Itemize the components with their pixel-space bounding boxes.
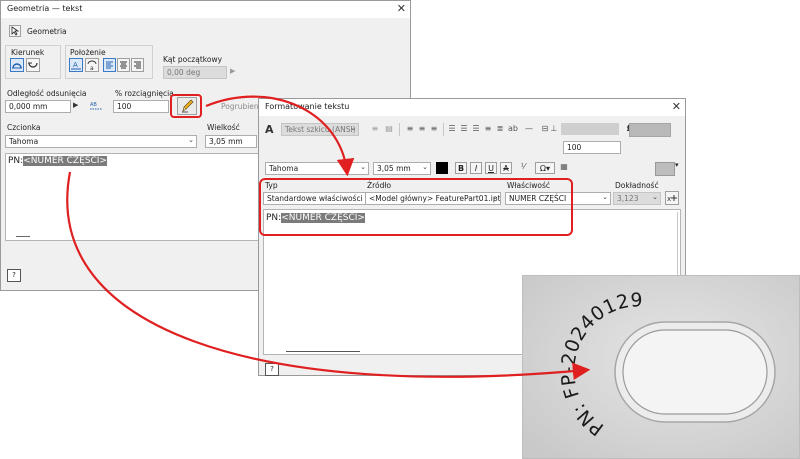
italic-button[interactable]: I xyxy=(470,162,482,174)
align-right-icon[interactable]: ≡ xyxy=(429,124,439,133)
offset-field[interactable]: 0,000 mm xyxy=(5,100,71,113)
strikethrough-button[interactable]: A xyxy=(500,162,512,174)
rule-icon[interactable]: — xyxy=(523,124,535,133)
align-center-icon[interactable]: ≡ xyxy=(417,124,427,133)
stretch-field[interactable]: 100 xyxy=(113,100,169,113)
superscript-icon[interactable]: ≡ xyxy=(483,124,493,133)
text-below-icon: a xyxy=(87,60,97,71)
valign-bottom-icon[interactable]: ☰ xyxy=(471,124,481,133)
size-select[interactable]: 3,05 mm ⌄ xyxy=(373,162,431,175)
geometry-label: Geometria xyxy=(27,27,67,36)
valign-top-icon[interactable]: ☰ xyxy=(447,124,457,133)
stretch-label: % rozciągnięcia xyxy=(115,89,174,98)
close-button[interactable]: ✕ xyxy=(672,100,681,113)
parameter-row-highlight-box xyxy=(259,178,573,236)
stretch-field[interactable]: 100 xyxy=(563,141,621,154)
arc-down-icon xyxy=(28,62,38,68)
svg-text:AB: AB xyxy=(90,102,97,108)
line-spacing-icon[interactable]: ≣ xyxy=(495,124,505,133)
direction-label: Kierunek xyxy=(11,48,45,57)
text-style-select: Tekst szkicu (ANSI) ⌄ xyxy=(281,123,359,136)
start-angle-label: Kąt początkowy xyxy=(163,55,223,64)
size-select-value: 3,05 mm xyxy=(377,164,411,173)
start-angle-arrow-icon: ▶ xyxy=(230,67,236,75)
symbol-menu-button[interactable]: Ω▾ xyxy=(535,162,555,174)
pencil-highlight-box xyxy=(170,94,202,118)
fraction-icon[interactable]: ⅟ xyxy=(517,162,529,171)
color-swatch-disabled xyxy=(629,123,671,137)
insert-symbol-icon[interactable]: ▤ xyxy=(383,124,395,133)
arc-up-icon xyxy=(12,63,22,69)
add-parameter-icon: x xyxy=(667,195,677,203)
close-button[interactable]: ✕ xyxy=(397,2,406,15)
part-preview-image: PN: FP-20240129 xyxy=(522,275,800,459)
cursor-arrow-icon xyxy=(11,26,20,36)
precision-label: Dokładność xyxy=(615,181,659,190)
align-left-icon[interactable]: ≡ xyxy=(405,124,415,133)
font-label: Czcionka xyxy=(7,123,41,132)
text-above-icon: A xyxy=(71,61,81,70)
offset-arrow-icon[interactable]: ▶ xyxy=(73,101,78,109)
position-below-button[interactable]: a xyxy=(85,58,99,72)
slot-inner xyxy=(622,329,768,415)
font-select-value: Tahoma xyxy=(269,164,299,173)
text-color-swatch[interactable] xyxy=(436,162,448,174)
align-left-icon xyxy=(106,61,113,69)
align-right-button[interactable] xyxy=(131,58,144,72)
insert-list-icon[interactable]: ≡ xyxy=(369,124,381,133)
size-label: Wielkość xyxy=(207,123,240,132)
chevron-down-icon: ⌄ xyxy=(422,163,428,171)
dialog-title: Formatowanie tekstu xyxy=(265,102,350,111)
position-label: Położenie xyxy=(70,48,106,57)
dialog-title: Geometria — tekst xyxy=(7,4,83,13)
chevron-down-icon: ⌄ xyxy=(350,124,356,132)
bold-button[interactable]: B xyxy=(455,162,467,174)
direction-ccw-button[interactable] xyxy=(10,58,24,72)
position-above-button[interactable]: A xyxy=(69,58,83,72)
align-left-button[interactable] xyxy=(103,58,116,72)
help-icon[interactable]: ? xyxy=(265,363,279,376)
font-select[interactable]: Tahoma ⌄ xyxy=(265,162,369,175)
select-geometry-button[interactable] xyxy=(9,25,21,37)
underline-button[interactable]: U xyxy=(485,162,497,174)
help-icon[interactable]: ? xyxy=(7,269,21,282)
svg-text:x: x xyxy=(667,195,671,203)
chevron-down-icon: ⌄ xyxy=(360,163,366,171)
precision-select: 3,123 ⌄ xyxy=(613,192,661,205)
start-angle-field: 0,00 deg xyxy=(163,66,227,79)
precision-select-value: 3,123 xyxy=(617,194,639,203)
chevron-down-icon: ⌄ xyxy=(652,193,658,201)
highlight-color-swatch[interactable] xyxy=(655,162,675,176)
part-number-parameter: <NUMER CZĘŚCI> xyxy=(23,156,107,166)
add-parameter-button[interactable]: x xyxy=(665,191,679,205)
disabled-field xyxy=(561,123,619,135)
chevron-down-icon[interactable]: ▾ xyxy=(675,161,679,169)
toolbar-separator xyxy=(443,123,444,136)
measure-icon[interactable]: AB xyxy=(89,100,103,112)
horizontal-scrollbar[interactable] xyxy=(286,351,360,352)
offset-label: Odległość odsunięcia xyxy=(7,89,87,98)
text-prefix: PN: xyxy=(8,156,24,166)
frame-edge-icon[interactable]: ⊥ xyxy=(549,124,559,133)
toolbar-separator xyxy=(399,123,400,136)
text-style-value: Tekst szkicu (ANSI) xyxy=(285,125,356,134)
align-right-icon xyxy=(134,61,141,69)
chevron-down-icon: ⌄ xyxy=(602,193,608,201)
title-bar: Formatowanie tekstu ✕ xyxy=(259,99,685,116)
char-spacing-icon[interactable]: ▦ xyxy=(559,162,569,171)
align-center-button[interactable] xyxy=(117,58,130,72)
align-center-icon xyxy=(120,61,127,69)
title-bar: Geometria — tekst ✕ xyxy=(1,1,410,18)
valign-middle-icon[interactable]: ☰ xyxy=(459,124,469,133)
svg-text:A: A xyxy=(73,61,78,69)
svg-text:a: a xyxy=(90,65,94,71)
size-field[interactable]: 3,05 mm xyxy=(205,135,257,148)
font-select-value: Tahoma xyxy=(9,137,39,146)
chevron-down-icon: ⌄ xyxy=(188,136,194,144)
stack-icon[interactable]: ab xyxy=(507,124,519,133)
font-select[interactable]: Tahoma ⌄ xyxy=(5,135,197,148)
text-style-icon: A xyxy=(265,123,274,136)
direction-cw-button[interactable] xyxy=(26,58,40,72)
scroll-handle[interactable] xyxy=(16,236,30,237)
